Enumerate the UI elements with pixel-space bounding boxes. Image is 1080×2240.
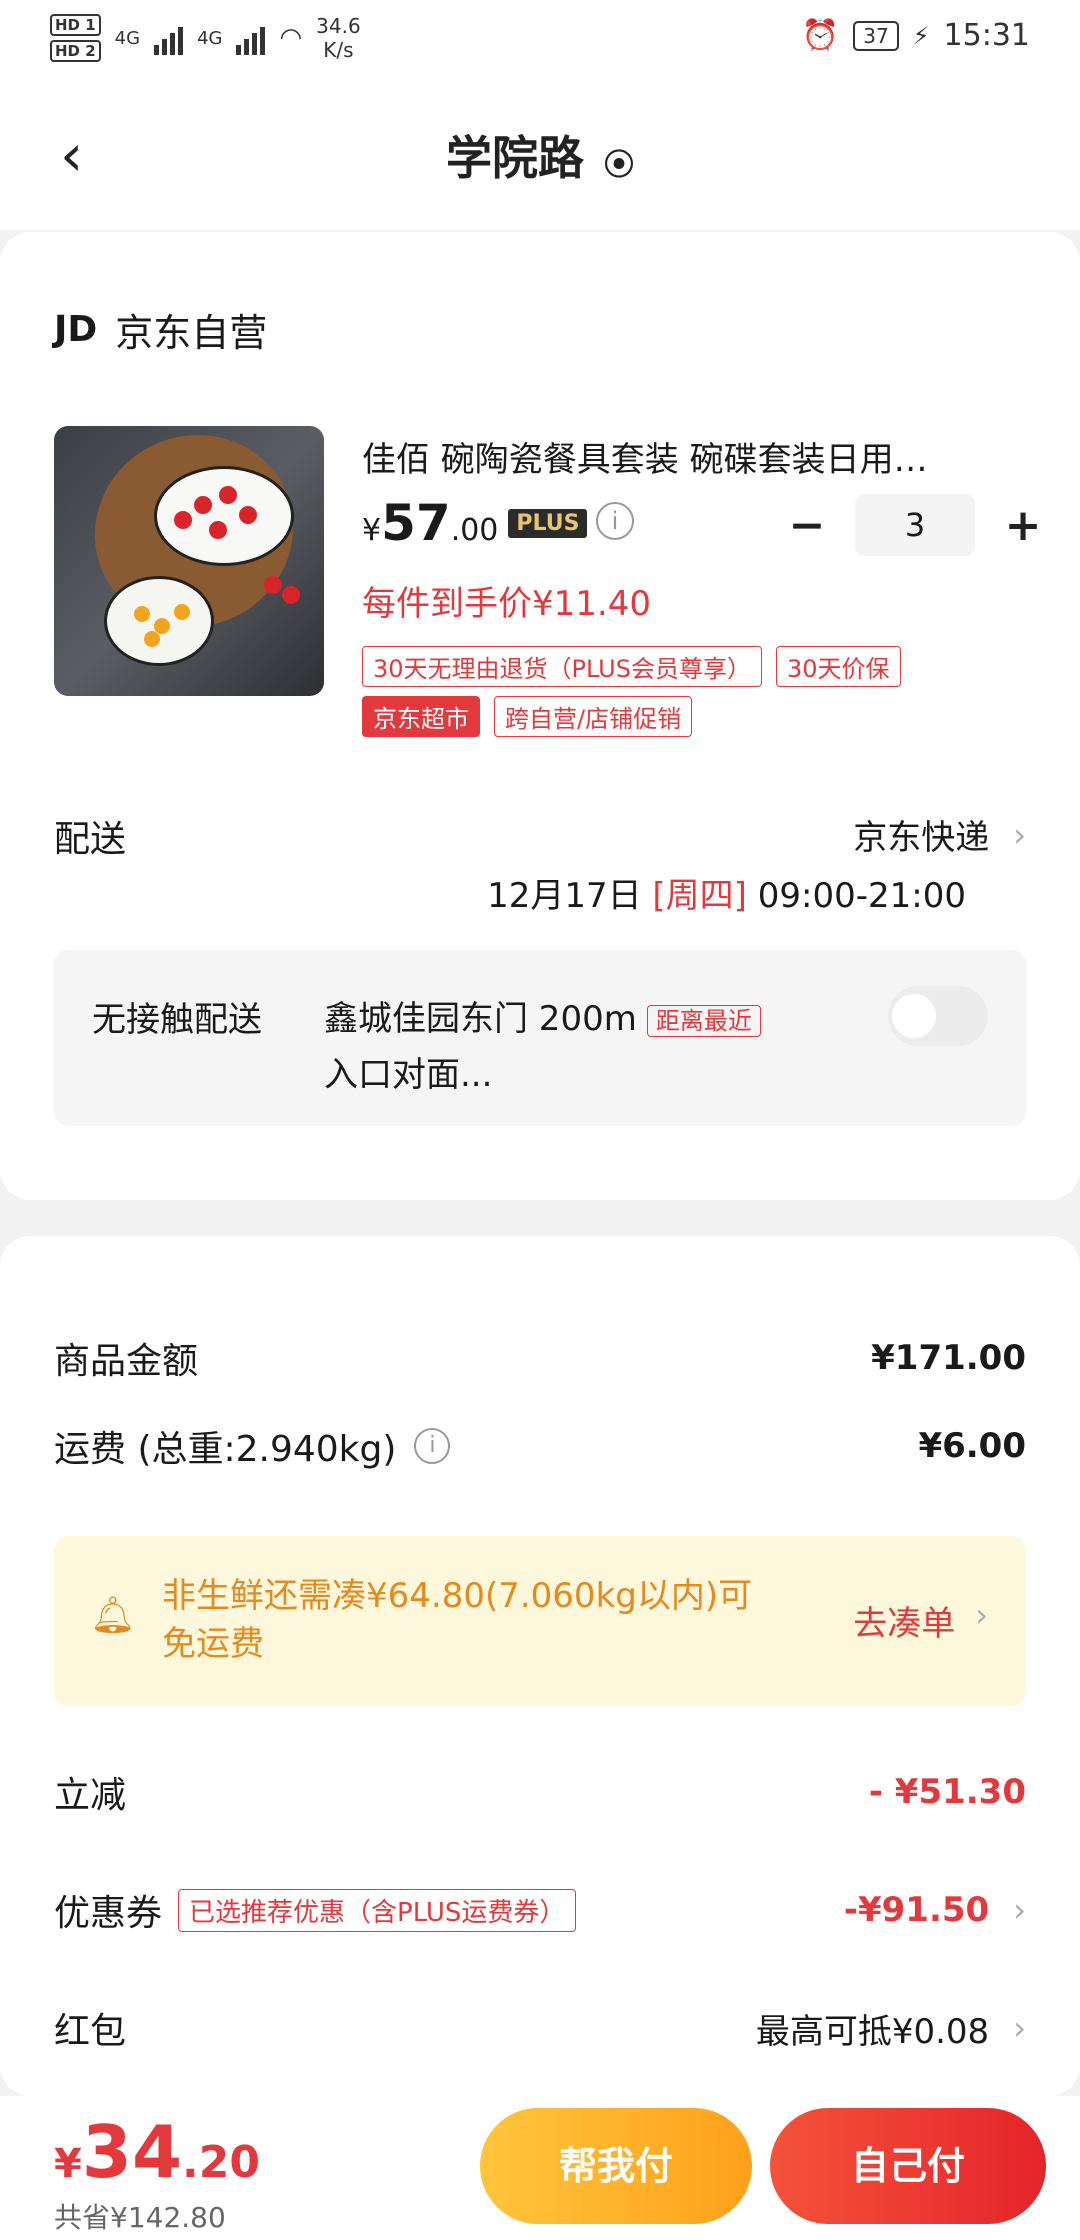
wifi-icon: ◠ [279,23,303,53]
price-symbol: ¥ [362,513,382,548]
contactless-toggle[interactable] [888,986,988,1046]
address-line1: 鑫城佳园东门 200m [324,999,637,1039]
total-saved: 共省¥142.80 [54,2201,226,2234]
chevron-right-icon[interactable]: › [1013,1891,1026,1929]
chevron-right-icon[interactable]: › [1013,2009,1026,2047]
alarm-icon: ⏰ [801,18,840,53]
quantity-input[interactable]: 3 [855,494,975,556]
discount-label: 立减 [54,1775,127,1816]
quantity-stepper: − 3 + [785,494,1045,556]
signal-icon-2 [236,21,266,55]
return-tag: 30天无理由退货（PLUS会员尊享） [362,646,762,687]
price-int: 57 [381,494,451,552]
discount-value: - ¥51.30 [868,1772,1026,1812]
coupon-label: 优惠券 [54,1893,163,1934]
contactless-delivery: 无接触配送 鑫城佳园东门 200m 距离最近 入口对面... [54,950,1026,1126]
hd1-badge: HD 1 [50,14,101,36]
battery-level: 37 [853,20,899,51]
discount-row: 立减 - ¥51.30 [54,1766,1026,1818]
freight-value: ¥6.00 [918,1426,1026,1466]
nearest-tag: 距离最近 [646,1004,761,1037]
address-title[interactable]: 学院路 ⦿ [0,122,1080,188]
total-dec: .20 [182,2137,260,2188]
redpacket-row[interactable]: 红包 最高可抵¥0.08 › [54,2002,1026,2054]
charging-icon: ⚡ [912,21,930,50]
goods-amount-value: ¥171.00 [871,1338,1026,1378]
freight-info-icon[interactable]: i [414,1428,451,1464]
order-card: JD 京东自营 佳佰 碗陶瓷餐具套装 碗碟套装日用… ¥ 57 .00 PLUS… [0,232,1080,1200]
network-label-1: 4G [114,27,141,49]
status-bar: HD 1 HD 2 4G 4G ◠ 34.6 K/s ⏰ 37 ⚡ 15:31 [0,0,1080,80]
bell-icon: 🔔︎ [90,1595,136,1636]
store-header: JD 京东自营 [54,302,267,357]
clock: 15:31 [943,18,1030,53]
promo-tag: 跨自营/店铺促销 [494,696,693,737]
signal-icon [154,21,184,55]
total-price: ¥ 34 .20 [54,2110,260,2194]
price-dec: .00 [450,513,499,548]
hd2-badge: HD 2 [50,40,101,62]
jd-logo: JD [54,309,98,350]
page-title[interactable]: 学院路 [446,131,584,185]
header: ‹ 学院路 ⦿ [0,80,1080,230]
checkout-bar: ¥ 34 .20 共省¥142.80 帮我付 自己付 [0,2096,1080,2240]
total-int: 34 [81,2110,183,2194]
price-info-icon[interactable]: i [596,502,634,540]
increase-button[interactable]: + [1001,500,1045,551]
toggle-knob[interactable] [892,994,936,1038]
help-pay-button[interactable]: 帮我付 [480,2108,752,2224]
redpacket-value[interactable]: 最高可抵¥0.08 [756,2004,989,2053]
freight-row: 运费 (总重:2.940kg) i ¥6.00 [54,1420,1026,1472]
store-name: 京东自营 [115,311,268,355]
network-label-2: 4G [197,27,223,49]
self-pay-button[interactable]: 自己付 [770,2108,1046,2224]
product-name[interactable]: 佳佰 碗陶瓷餐具套装 碗碟套装日用… [362,432,1002,481]
hd-indicators: HD 1 HD 2 [50,14,101,62]
notice-text: 非生鲜还需凑¥64.80(7.060kg以内)可免运费 [162,1576,753,1664]
speed-unit: K/s [323,38,354,62]
coupon-value[interactable]: -¥91.50 [844,1890,989,1930]
price-summary-card: 商品金额 ¥171.00 运费 (总重:2.940kg) i ¥6.00 🔔︎ … [0,1236,1080,2096]
shipping-date: 12月17日 [487,876,653,916]
contactless-label: 无接触配送 [92,1000,262,1040]
shipping-carrier[interactable]: 京东快递 [853,810,989,859]
shipping-weekday: [周四] [652,876,747,916]
promo-tags: 京东超市 跨自营/店铺促销 [362,696,693,737]
goods-amount-label: 商品金额 [54,1341,199,1382]
shipping-time[interactable]: 12月17日 [周四] 09:00-21:00 [487,868,966,917]
price-protect-tag: 30天价保 [776,646,901,687]
chevron-right-icon[interactable]: › [975,1596,988,1645]
goods-amount-row: 商品金额 ¥171.00 [54,1332,1026,1384]
freight-label-group: 运费 (总重:2.940kg) i [54,1420,451,1472]
product-image[interactable] [54,426,324,696]
product-price: ¥ 57 .00 PLUS [362,494,588,552]
decrease-button[interactable]: − [785,500,829,551]
redpacket-label: 红包 [54,2011,127,2052]
net-speed: 34.6 K/s [316,14,361,62]
shipping-carrier-row[interactable]: 京东快递 › [853,810,1026,859]
chevron-right-icon[interactable]: › [1013,816,1026,854]
total-symbol: ¥ [54,2141,82,2187]
address-line2: 入口对面... [324,1054,493,1095]
service-tags: 30天无理由退货（PLUS会员尊享） 30天价保 [362,646,901,687]
shipping-label: 配送 [54,819,127,860]
free-shipping-notice: 🔔︎ 非生鲜还需凑¥64.80(7.060kg以内)可免运费 去凑单 › [54,1536,1026,1706]
plus-badge: PLUS [508,508,588,538]
coupon-label-group: 优惠券 已选推荐优惠（含PLUS运费券） [54,1884,577,1936]
coupon-tag: 已选推荐优惠（含PLUS运费券） [178,1888,577,1932]
shipping-window: 09:00-21:00 [746,876,966,916]
coupon-row[interactable]: 优惠券 已选推荐优惠（含PLUS运费券） -¥91.50 › [54,1884,1026,1936]
per-item-price: 每件到手价¥11.40 [362,584,651,624]
add-items-label[interactable]: 去凑单 [853,1596,955,1645]
location-pin-icon[interactable]: ⦿ [604,148,634,183]
speed-value: 34.6 [316,14,361,38]
freight-label: 运费 (总重:2.940kg) [54,1429,397,1470]
supermarket-tag: 京东超市 [362,696,480,737]
add-items-link[interactable]: 去凑单 › [853,1596,988,1645]
contactless-address[interactable]: 鑫城佳园东门 200m 距离最近 入口对面... [324,992,884,1102]
